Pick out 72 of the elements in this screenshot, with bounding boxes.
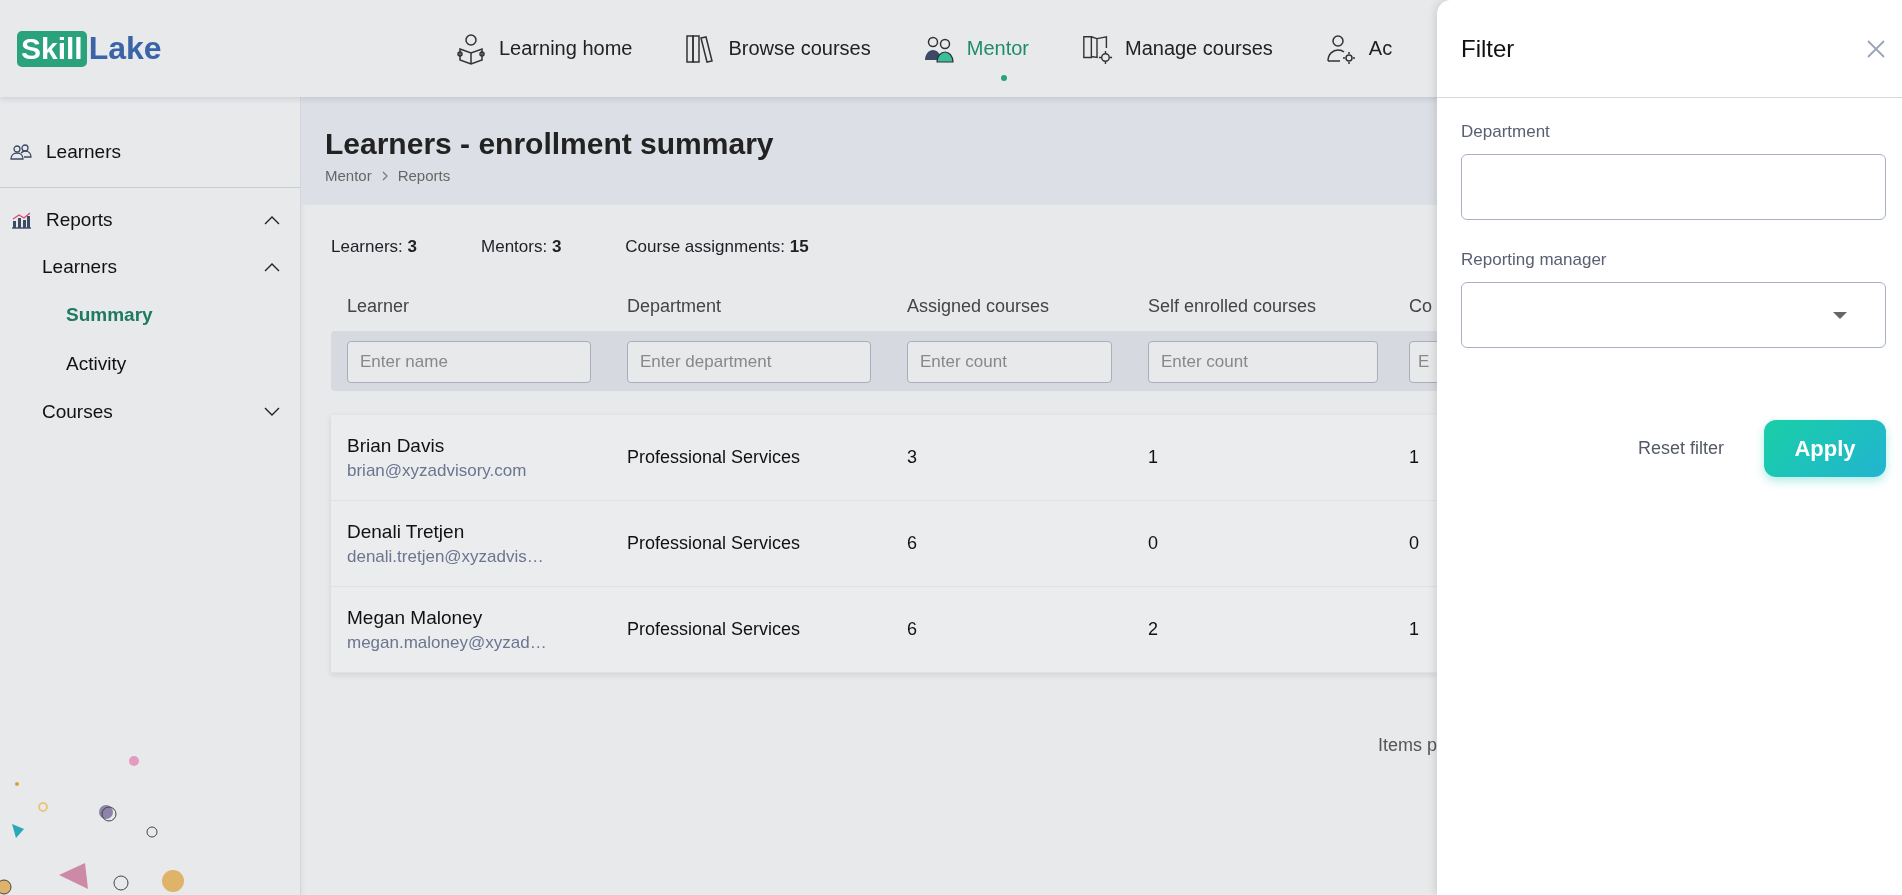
user-gear-icon xyxy=(1324,32,1357,65)
table-cell-text: 1 xyxy=(1408,619,1420,640)
chevron-right-icon xyxy=(381,170,388,181)
table-cell-text: 6 xyxy=(906,619,918,640)
learner-name: Megan Maloney xyxy=(347,606,484,629)
table-cell-text: 6 xyxy=(906,533,918,554)
learner-name: Brian Davis xyxy=(347,434,446,457)
sidebar-item[interactable]: Activity xyxy=(66,352,127,375)
chevron-up-icon[interactable] xyxy=(264,261,280,272)
dot-decoration xyxy=(0,879,12,895)
triangle-decoration xyxy=(59,863,88,889)
stat-text: Course assignments: 15 xyxy=(625,237,809,257)
dot-decoration xyxy=(99,805,117,822)
table-cell-text: 3 xyxy=(906,447,918,468)
learner-email: brian@xyzadvisory.com xyxy=(347,460,528,481)
chevron-down-icon[interactable] xyxy=(264,406,280,417)
table-cell-text: 1 xyxy=(1408,447,1420,468)
filter-input[interactable]: Enter name xyxy=(347,341,591,383)
ring-decoration xyxy=(38,802,48,812)
caret-icon xyxy=(1833,311,1847,319)
table-cell-text: 0 xyxy=(1408,533,1420,554)
nav-tab[interactable]: Ac xyxy=(1324,32,1393,65)
field-label: Department xyxy=(1461,122,1551,142)
reset-filter-button[interactable]: Reset filter xyxy=(1637,438,1724,459)
dot-decoration xyxy=(129,756,139,766)
stat-text: Mentors: 3 xyxy=(481,237,562,257)
learner-email: denali.tretjen@xyzadvis… xyxy=(347,546,545,567)
filter-input[interactable]: Enter department xyxy=(627,341,871,383)
column-header: Co xyxy=(1408,296,1433,317)
stat-text: Learners: 3 xyxy=(331,237,417,257)
sidebar-item[interactable]: Summary xyxy=(66,303,153,326)
chevron-up-icon[interactable] xyxy=(264,214,280,225)
logo-text[interactable]: Lake xyxy=(88,30,162,67)
ring-decoration xyxy=(113,875,129,891)
filter-input[interactable]: Enter count xyxy=(907,341,1112,383)
column-header: Department xyxy=(626,296,723,317)
nav-tab[interactable]: Browse courses xyxy=(684,32,871,65)
breadcrumb-link[interactable]: Mentor xyxy=(325,167,372,184)
table-cell-text: Professional Services xyxy=(626,447,802,468)
column-header: Self enrolled courses xyxy=(1147,296,1318,317)
sidebar-item[interactable]: Learners xyxy=(10,141,121,163)
filter-input[interactable]: Enter count xyxy=(1148,341,1378,383)
table-cell-text: Professional Services xyxy=(626,619,802,640)
page-title: Learners - enrollment summary xyxy=(325,127,775,161)
dot-decoration xyxy=(15,782,19,786)
sidebar-item[interactable]: Courses xyxy=(42,400,113,423)
learner-name: Denali Tretjen xyxy=(347,520,466,543)
triangle-decoration xyxy=(12,824,24,838)
ring-decoration xyxy=(146,826,158,838)
sidebar-item[interactable]: Learners xyxy=(42,255,117,278)
panel-title: Filter xyxy=(1461,34,1515,63)
dot-decoration xyxy=(162,870,184,892)
input-field[interactable] xyxy=(1461,154,1886,220)
learner-email: megan.maloney@xyzad… xyxy=(347,632,548,653)
column-header: Learner xyxy=(346,296,411,317)
filter-input[interactable]: E xyxy=(1409,341,1437,383)
select-field[interactable] xyxy=(1461,282,1886,348)
field-label: Reporting manager xyxy=(1461,250,1608,270)
nav-tab[interactable]: Manage courses xyxy=(1080,32,1273,65)
bar-chart-icon xyxy=(10,210,32,229)
table-cell-text: Professional Services xyxy=(626,533,802,554)
sidebar-item[interactable]: Reports xyxy=(10,208,113,231)
table-cell-text: 1 xyxy=(1147,447,1159,468)
reader-icon xyxy=(455,32,487,65)
people-icon xyxy=(10,143,32,161)
table-cell-text: 0 xyxy=(1147,533,1159,554)
nav-tab[interactable]: Learning home xyxy=(455,32,633,65)
items-per-page-label: Items p xyxy=(1377,735,1437,756)
active-dot xyxy=(1000,74,1007,81)
column-header: Assigned courses xyxy=(906,296,1051,317)
breadcrumb-link[interactable]: Reports xyxy=(397,167,451,184)
table-cell-text: 2 xyxy=(1147,619,1159,640)
